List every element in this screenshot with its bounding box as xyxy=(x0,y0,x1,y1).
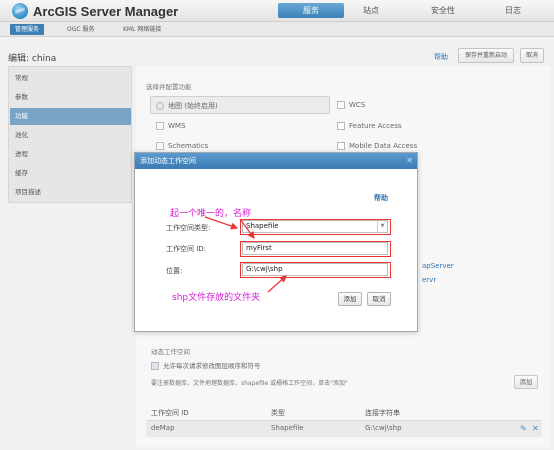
dialog-titlebar: 添加动态工作空间 ✕ xyxy=(135,153,417,169)
sidebar-item-capabilities[interactable]: 功能 xyxy=(10,108,131,125)
close-icon[interactable]: ✕ xyxy=(406,156,413,165)
location-label: 位置: xyxy=(166,267,183,275)
pencil-icon[interactable]: ✎ xyxy=(520,424,527,433)
sidebar-item-parameters[interactable]: 参数 xyxy=(10,89,131,106)
annotation-unique-name: 起一个唯一的，名称 xyxy=(170,209,252,219)
sidebar-item-caching[interactable]: 缓存 xyxy=(10,165,131,182)
help-link[interactable]: 帮助 xyxy=(434,52,448,62)
features-title: 选择并配置功能 xyxy=(146,83,192,91)
subtab-manage-services[interactable]: 管理服务 xyxy=(10,24,45,35)
highlight-location-box xyxy=(240,262,391,278)
feature-map: 地图 (始终启用) xyxy=(156,101,218,111)
map-checkbox xyxy=(156,102,164,110)
mobile-data-access-checkbox[interactable] xyxy=(337,142,345,150)
sidebar-item-processes[interactable]: 进程 xyxy=(10,146,131,163)
feature-access-label: Feature Access xyxy=(349,122,402,130)
row-connection-string: G:\cwj\shp xyxy=(365,424,402,432)
sidebar-item-pooling[interactable]: 池化 xyxy=(10,127,131,144)
tab-security[interactable]: 安全性 xyxy=(410,3,476,18)
table-row xyxy=(146,420,542,437)
globe-icon xyxy=(12,3,28,19)
dialog-add-button[interactable]: 添加 xyxy=(338,292,362,306)
schematics-checkbox[interactable] xyxy=(156,142,164,150)
tab-logs[interactable]: 日志 xyxy=(480,3,546,18)
feature-mobile-data-access[interactable]: Mobile Data Access xyxy=(337,142,417,150)
app-header: ArcGIS Server Manager 服务 站点 安全性 日志 xyxy=(0,0,554,22)
feature-schematics[interactable]: Schematics xyxy=(156,142,208,150)
allow-modify-option[interactable]: 允许每次请求修改图层顺序和符号 xyxy=(151,360,261,370)
feature-schematics-label: Schematics xyxy=(168,142,209,150)
close-icon[interactable]: ✕ xyxy=(532,424,539,433)
feature-map-label: 地图 (始终启用) xyxy=(168,102,218,110)
wms-checkbox[interactable] xyxy=(156,122,164,130)
add-workspace-button[interactable]: 添加 xyxy=(514,375,538,389)
sidebar-item-item-description[interactable]: 项目描述 xyxy=(10,184,131,201)
dialog-cancel-button[interactable]: 取消 xyxy=(367,292,391,306)
mobile-data-access-label: Mobile Data Access xyxy=(349,142,418,150)
dialog-help-link[interactable]: 帮助 xyxy=(374,193,388,203)
dynamic-workspace-title: 动态工作空间 xyxy=(151,348,190,356)
row-type: Shapefile xyxy=(271,424,304,432)
highlight-type-box xyxy=(240,219,391,235)
tab-site[interactable]: 站点 xyxy=(338,3,404,18)
workspace-type-label: 工作空间类型: xyxy=(166,224,211,232)
subtab-kml-links[interactable]: KML 网络链接 xyxy=(118,24,166,35)
subtab-ogc-services[interactable]: OGC 服务 xyxy=(62,24,99,35)
tab-services[interactable]: 服务 xyxy=(278,3,344,18)
cancel-button[interactable]: 取消 xyxy=(520,48,544,63)
column-workspace-id: 工作空间 ID xyxy=(151,409,189,417)
dialog-title: 添加动态工作空间 xyxy=(140,157,196,165)
column-connection-string: 连接字符串 xyxy=(365,409,400,417)
feature-wms-label: WMS xyxy=(168,122,186,130)
wcs-checkbox[interactable] xyxy=(337,101,345,109)
page-title: 编辑: china xyxy=(8,54,57,64)
feature-wms[interactable]: WMS xyxy=(156,122,185,130)
highlight-id-box xyxy=(240,241,391,257)
sub-navigation: 管理服务 OGC 服务 KML 网络链接 xyxy=(0,22,554,37)
feature-wcs-label: WCS xyxy=(349,101,366,109)
column-type: 类型 xyxy=(271,409,285,417)
link-ervr[interactable]: ervr xyxy=(422,276,436,284)
allow-modify-label: 允许每次请求修改图层顺序和符号 xyxy=(163,362,261,370)
annotation-shp-folder: shp文件存放的文件夹 xyxy=(172,293,261,303)
workspace-id-label: 工作空间 ID: xyxy=(166,245,207,253)
app-title: ArcGIS Server Manager xyxy=(33,4,179,19)
save-restart-button[interactable]: 保存并重新启动 xyxy=(458,48,514,63)
feature-wcs[interactable]: WCS xyxy=(337,101,365,109)
feature-access-checkbox[interactable] xyxy=(337,122,345,130)
sidebar: 常规 参数 功能 池化 进程 缓存 项目描述 xyxy=(8,66,132,203)
row-workspace-id: deMap xyxy=(151,424,175,432)
allow-modify-checkbox[interactable] xyxy=(151,362,159,370)
link-apserver[interactable]: apServer xyxy=(422,262,454,270)
sidebar-item-general[interactable]: 常规 xyxy=(10,70,131,87)
dynamic-workspace-hint: 要注册数据库、文件地理数据库、shapefile 或栅格工作空间，单击"添加" xyxy=(151,380,348,387)
feature-feature-access[interactable]: Feature Access xyxy=(337,122,402,130)
